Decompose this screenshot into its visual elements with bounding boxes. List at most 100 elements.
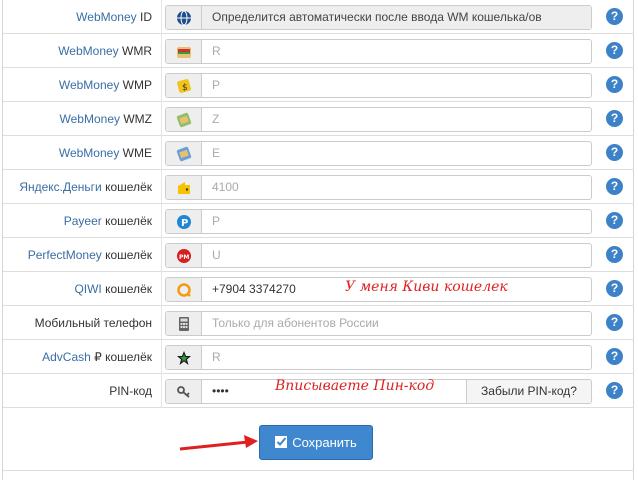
wallet-input[interactable]: Z xyxy=(202,108,591,131)
field-label-text: PIN-код xyxy=(109,384,152,398)
field-label: WebMoney WME xyxy=(59,136,152,170)
field-label: AdvCash ₽ кошелёк xyxy=(42,340,152,374)
help-icon[interactable]: ? xyxy=(606,348,623,365)
forgot-pin-button[interactable]: Забыли PIN-код? xyxy=(466,380,591,403)
key-icon xyxy=(166,380,202,403)
input-group: Только для абонентов России xyxy=(165,311,592,336)
field-label: QIWI кошелёк xyxy=(74,272,152,306)
webmoney-id-field: Определится автоматически после ввода WM… xyxy=(202,6,591,29)
help-icon[interactable]: ? xyxy=(606,382,623,399)
form-row: Мобильный телефон Только для абонентов Ро… xyxy=(3,306,634,340)
field-label: WebMoney WMR xyxy=(58,34,152,68)
wallet-input[interactable]: U xyxy=(202,244,591,267)
wallet-input[interactable]: P xyxy=(202,210,591,233)
field-label-text: ID xyxy=(136,10,152,24)
wme-wallet-icon xyxy=(166,142,202,165)
column-divider xyxy=(161,238,162,272)
checkbox-icon xyxy=(275,435,288,451)
field-label-text: кошелёк xyxy=(101,282,152,296)
payment-system-link[interactable]: QIWI xyxy=(74,282,101,296)
column-divider xyxy=(161,136,162,170)
calculator-icon xyxy=(166,312,202,335)
help-icon[interactable]: ? xyxy=(606,314,623,331)
input-group: Z xyxy=(165,107,592,132)
webmoney-globe-icon xyxy=(166,6,202,29)
payment-system-link[interactable]: WebMoney xyxy=(60,112,120,126)
form-row: WebMoney WMZ Z? xyxy=(3,102,634,136)
yandex-money-icon xyxy=(166,176,202,199)
field-label-text: WMZ xyxy=(120,112,152,126)
help-icon[interactable]: ? xyxy=(606,42,623,59)
field-label: Яндекс.Деньги кошелёк xyxy=(19,170,152,204)
form-row: Яндекс.Деньги кошелёк 4100? xyxy=(3,170,634,204)
help-icon[interactable]: ? xyxy=(606,110,623,127)
help-icon[interactable]: ? xyxy=(606,280,623,297)
form-row: PerfectMoney кошелёк PM U? xyxy=(3,238,634,272)
field-label: WebMoney WMP xyxy=(59,68,152,102)
save-button-label: Сохранить xyxy=(292,435,357,450)
payment-system-link[interactable]: WebMoney xyxy=(76,10,136,24)
column-divider xyxy=(161,0,162,34)
field-label: PerfectMoney кошелёк xyxy=(28,238,152,272)
help-icon[interactable]: ? xyxy=(606,246,623,263)
column-divider xyxy=(161,272,162,306)
svg-text:P: P xyxy=(181,218,188,229)
column-divider xyxy=(161,374,162,408)
column-divider xyxy=(161,34,162,68)
wmp-wallet-icon: $ xyxy=(166,74,202,97)
qiwi-annotation: У меня Киви кошелек xyxy=(345,279,508,295)
payment-system-link[interactable]: Яндекс.Деньги xyxy=(19,180,101,194)
wmr-wallet-icon xyxy=(166,40,202,63)
column-divider xyxy=(161,306,162,340)
input-group: 4100 xyxy=(165,175,592,200)
red-arrow-annotation xyxy=(179,435,258,451)
wallet-input[interactable]: P xyxy=(202,74,591,97)
column-divider xyxy=(161,340,162,374)
field-label: Payeer кошелёк xyxy=(64,204,152,238)
input-group: E xyxy=(165,141,592,166)
wallet-input[interactable]: 4100 xyxy=(202,176,591,199)
payment-system-link[interactable]: PerfectMoney xyxy=(28,248,102,262)
wallet-input[interactable]: R xyxy=(202,346,591,369)
input-group: $ P xyxy=(165,73,592,98)
field-label-text: Мобильный телефон xyxy=(34,316,152,330)
field-label: PIN-код xyxy=(109,374,152,408)
field-label: Мобильный телефон xyxy=(35,306,152,340)
payment-system-link[interactable]: WebMoney xyxy=(58,44,118,58)
wmz-wallet-icon xyxy=(166,108,202,131)
input-group: Определится автоматически после ввода WM… xyxy=(165,5,592,30)
field-label: WebMoney ID xyxy=(76,0,152,34)
payment-system-link[interactable]: WebMoney xyxy=(59,78,119,92)
save-button[interactable]: Сохранить xyxy=(259,425,373,460)
column-divider xyxy=(161,102,162,136)
help-icon[interactable]: ? xyxy=(606,8,623,25)
input-group: PP xyxy=(165,209,592,234)
payment-system-link[interactable]: Payeer xyxy=(64,214,102,228)
field-label-text: кошелёк xyxy=(101,248,152,262)
field-label-text: ₽ кошелёк xyxy=(90,350,152,364)
pin-annotation: Вписываете Пин-код xyxy=(275,378,435,394)
payeer-icon: P xyxy=(166,210,202,233)
form-row: WebMoney WMP $ P? xyxy=(3,68,634,102)
form-row: WebMoney ID Определится автоматически пос… xyxy=(3,0,634,34)
form-row: QIWI кошелёк +7904 3374270? xyxy=(3,272,634,306)
form-row: AdvCash ₽ кошелёк R? xyxy=(3,340,634,374)
input-group: R xyxy=(165,39,592,64)
wallet-input[interactable]: E xyxy=(202,142,591,165)
input-group: PM U xyxy=(165,243,592,268)
payment-system-link[interactable]: WebMoney xyxy=(59,146,119,160)
field-label-text: кошелёк xyxy=(101,214,152,228)
field-label-text: кошелёк xyxy=(101,180,152,194)
help-icon[interactable]: ? xyxy=(606,178,623,195)
help-icon[interactable]: ? xyxy=(606,212,623,229)
divider xyxy=(3,470,634,471)
column-divider xyxy=(161,68,162,102)
wallet-input[interactable]: R xyxy=(202,40,591,63)
form-row: WebMoney WMR R? xyxy=(3,34,634,68)
form-row: WebMoney WME E? xyxy=(3,136,634,170)
wallet-input[interactable]: Только для абонентов России xyxy=(202,312,591,335)
help-icon[interactable]: ? xyxy=(606,144,623,161)
payment-system-link[interactable]: AdvCash xyxy=(42,350,91,364)
input-group: R xyxy=(165,345,592,370)
help-icon[interactable]: ? xyxy=(606,76,623,93)
